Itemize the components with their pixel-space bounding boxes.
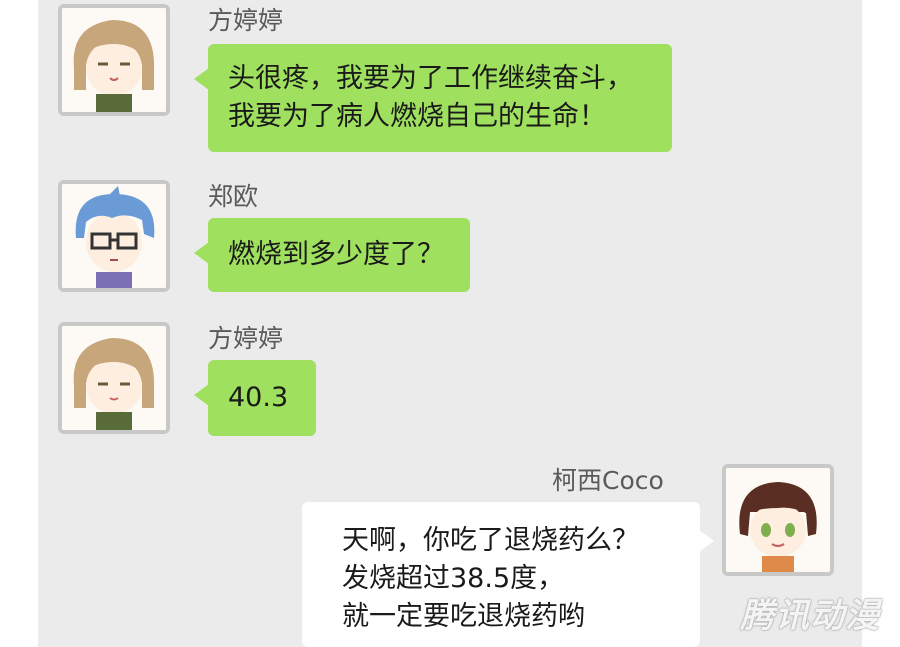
sender-name: 郑欧 <box>208 182 259 211</box>
boy-blue-hair-glasses-avatar-icon <box>62 184 166 288</box>
girl-light-brown-hair-avatar-icon <box>62 326 166 430</box>
avatar[interactable] <box>58 180 170 292</box>
message-line: 燃烧到多少度了？ <box>228 239 444 270</box>
avatar[interactable] <box>58 322 170 434</box>
message-bubble[interactable]: 天啊，你吃了退烧药么？ 发烧超过38.5度， 就一定要吃退烧药哟 <box>302 502 714 647</box>
sender-name: 柯西Coco <box>552 466 664 495</box>
sender-name: 方婷婷 <box>208 324 284 353</box>
bubble-tail <box>194 242 209 264</box>
message-line: 我要为了病人燃烧自己的生命！ <box>228 101 606 132</box>
sender-name: 方婷婷 <box>208 6 284 35</box>
bubble-tail <box>699 530 714 552</box>
avatar[interactable] <box>58 4 170 116</box>
message-bubble[interactable]: 头很疼，我要为了工作继续奋斗， 我要为了病人燃烧自己的生命！ <box>194 44 672 152</box>
message-line: 就一定要吃退烧药哟 <box>342 601 585 632</box>
message-line: 天啊，你吃了退烧药么？ <box>342 525 639 556</box>
message-line: 发烧超过38.5度， <box>342 563 565 594</box>
watermark-logo: 腾讯动漫 <box>740 596 880 636</box>
girl-light-brown-hair-avatar-icon <box>62 8 166 112</box>
bubble-tail <box>194 68 209 90</box>
message-bubble[interactable]: 燃烧到多少度了？ <box>194 218 470 292</box>
girl-dark-brown-hair-green-eyes-avatar-icon <box>726 468 830 572</box>
message-line: 头很疼，我要为了工作继续奋斗， <box>228 63 633 94</box>
chat-panel: 方婷婷 头很疼，我要为了工作继续奋斗， 我要为了病人燃烧自己的生命！ 郑欧 燃烧… <box>38 0 862 647</box>
bubble-tail <box>194 384 209 406</box>
avatar[interactable] <box>722 464 834 576</box>
message-bubble[interactable]: 40.3 <box>194 360 316 436</box>
message-line: 40.3 <box>228 382 289 413</box>
